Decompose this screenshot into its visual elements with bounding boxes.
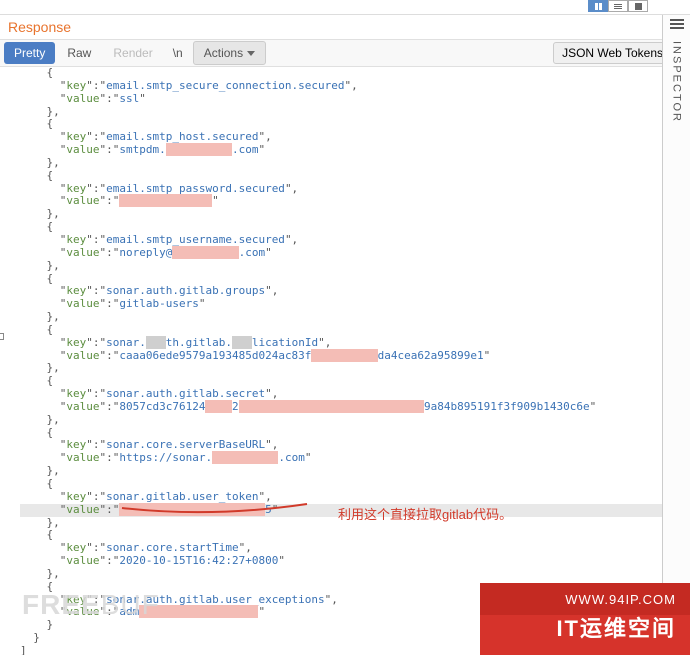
list-icon xyxy=(614,4,622,9)
response-body[interactable]: { "key":"email.smtp_secure_connection.se… xyxy=(0,67,662,655)
columns-icon xyxy=(595,3,602,10)
jwt-label: JSON Web Tokens xyxy=(562,46,663,60)
square-icon xyxy=(635,3,642,10)
watermark-freebuf: FREEBUF xyxy=(22,589,160,621)
response-title: Response xyxy=(8,19,71,35)
view-toggle-group xyxy=(588,0,648,12)
actions-label: Actions xyxy=(204,46,243,60)
tabs-row: Pretty Raw Render \n Actions JSON Web To… xyxy=(0,39,690,67)
inspector-label: INSPECTOR xyxy=(671,41,683,123)
tab-raw[interactable]: Raw xyxy=(57,42,101,64)
view-list-button[interactable] xyxy=(608,0,628,12)
inspector-sidebar[interactable]: INSPECTOR xyxy=(662,15,690,655)
tab-render[interactable]: Render xyxy=(103,42,162,64)
view-square-button[interactable] xyxy=(628,0,648,12)
actions-dropdown[interactable]: Actions xyxy=(193,41,266,65)
top-bar xyxy=(0,0,690,15)
inspector-icon xyxy=(670,19,684,29)
chevron-down-icon xyxy=(247,51,255,56)
annotation-text: 利用这个直接拉取gitlab代码。 xyxy=(338,504,512,523)
response-header: Response xyxy=(0,15,690,39)
tab-newline[interactable]: \n xyxy=(165,42,191,64)
view-columns-button[interactable] xyxy=(588,0,608,12)
tab-pretty[interactable]: Pretty xyxy=(4,42,55,64)
edge-marker xyxy=(0,333,4,340)
